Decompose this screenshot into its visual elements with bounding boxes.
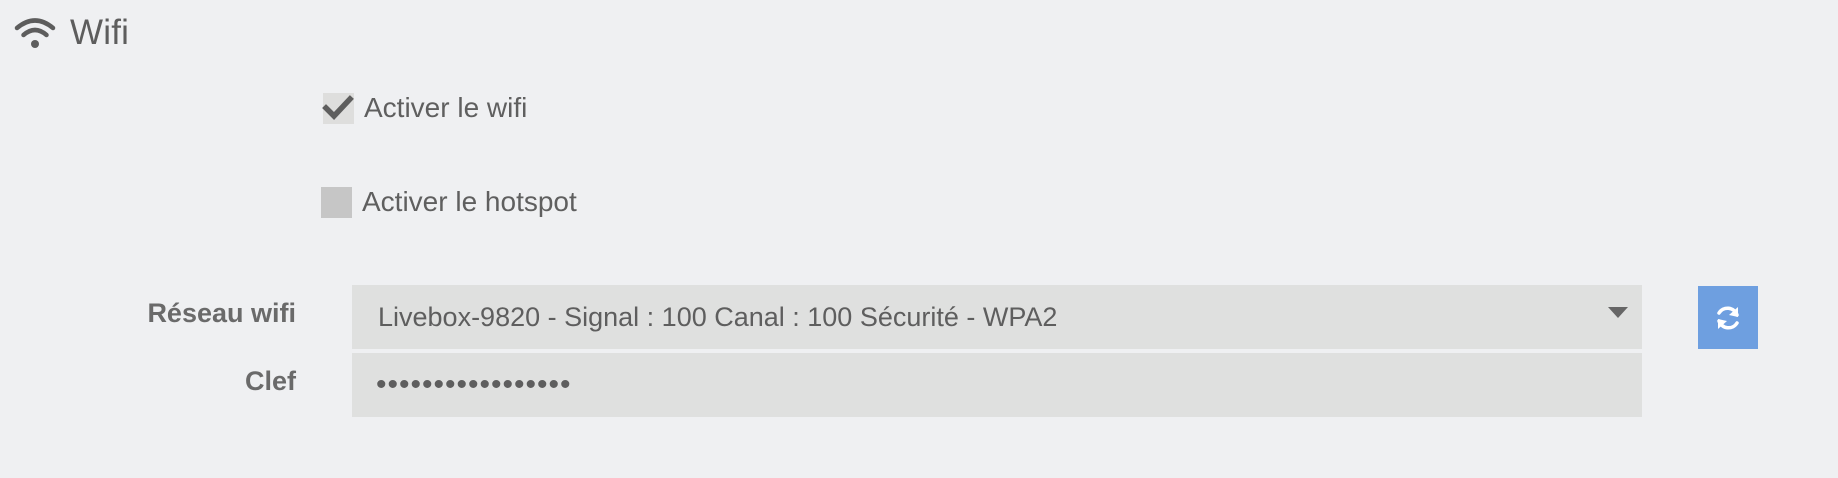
network-label: Réseau wifi [147,298,296,328]
enable-hotspot-label[interactable]: Activer le hotspot [362,186,577,218]
network-select-value: Livebox-9820 - Signal : 100 Canal : 100 … [378,301,1058,332]
wifi-icon [14,18,56,48]
enable-wifi-checkbox[interactable] [322,92,354,124]
key-password-field[interactable] [352,353,1642,417]
enable-wifi-option[interactable]: Activer le wifi [322,92,527,124]
refresh-networks-button[interactable] [1698,286,1758,349]
section-header: Wifi [14,10,129,56]
enable-wifi-label[interactable]: Activer le wifi [364,92,527,124]
key-label: Clef [244,366,296,396]
checkmark-icon [322,94,354,120]
enable-hotspot-option[interactable]: Activer le hotspot [321,186,577,218]
refresh-icon [1717,305,1739,330]
network-select[interactable]: Livebox-9820 - Signal : 100 Canal : 100 … [352,285,1642,349]
enable-hotspot-checkbox[interactable] [321,186,352,218]
section-title: Wifi [70,13,130,52]
dropdown-arrow-icon [1608,307,1628,318]
